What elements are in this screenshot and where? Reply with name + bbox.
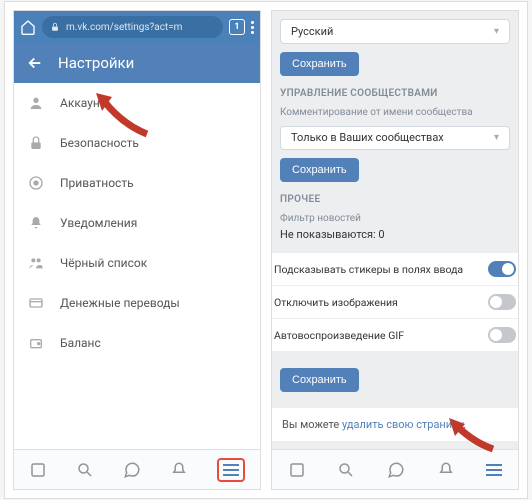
toggle-stickers-label: Подсказывать стикеры в полях ввода: [274, 263, 463, 276]
right-phone-screen: Русский ▾ Сохранить УПРАВЛЕНИЕ СООБЩЕСТВ…: [271, 10, 519, 490]
section-other-label: ПРОЧЕЕ: [280, 194, 510, 205]
communities-value: Только в Ваших сообществах: [291, 131, 444, 144]
chevron-down-icon: ▾: [494, 132, 499, 143]
lock-icon: [28, 135, 44, 151]
setting-label: Денежные переводы: [60, 296, 180, 310]
right-settings-content: Русский ▾ Сохранить УПРАВЛЕНИЕ СООБЩЕСТВ…: [272, 11, 518, 449]
toggle-images-label: Отключить изображения: [274, 296, 398, 309]
toggle-gif-label: Автовоспроизведение GIF: [274, 329, 404, 342]
save-button-communities[interactable]: Сохранить: [280, 158, 359, 182]
toggle-switch-off[interactable]: [488, 294, 516, 310]
nav-search-icon[interactable]: [337, 461, 355, 479]
delete-page-link[interactable]: удалить свою страницу.: [342, 418, 466, 431]
settings-list: Аккаунт Безопасность Приватность Уведомл…: [14, 83, 260, 449]
page-title: Настройки: [58, 54, 134, 72]
bottom-nav: [272, 449, 518, 489]
delete-prefix: Вы можете: [282, 418, 342, 431]
card-icon: [28, 295, 44, 311]
news-filter-label: Фильтр новостей: [280, 213, 510, 224]
home-icon[interactable]: [20, 19, 36, 35]
user-icon: [28, 95, 44, 111]
browser-menu-icon[interactable]: [251, 21, 254, 34]
nav-messages-icon[interactable]: [123, 461, 141, 479]
communities-select[interactable]: Только в Ваших сообществах ▾: [280, 126, 510, 151]
toggle-gif-row[interactable]: Автовоспроизведение GIF: [272, 319, 518, 352]
setting-label: Приватность: [60, 176, 134, 190]
setting-label: Безопасность: [60, 136, 139, 150]
news-filter-value[interactable]: Не показываются: 0: [280, 228, 510, 241]
setting-label: Уведомления: [60, 216, 137, 230]
bell-icon: [28, 215, 44, 231]
comment-as-community-label: Комментирование от имени сообщества: [280, 107, 510, 118]
setting-item-security[interactable]: Безопасность: [14, 123, 260, 163]
toggle-switch-on[interactable]: [488, 261, 516, 277]
save-button-other[interactable]: Сохранить: [280, 368, 359, 392]
language-select[interactable]: Русский ▾: [280, 19, 510, 44]
language-value: Русский: [291, 25, 333, 38]
hamburger-icon: [486, 464, 502, 476]
section-communities-label: УПРАВЛЕНИЕ СООБЩЕСТВАМИ: [280, 88, 510, 99]
setting-item-account[interactable]: Аккаунт: [14, 83, 260, 123]
setting-item-privacy[interactable]: Приватность: [14, 163, 260, 203]
delete-page-row: Вы можете удалить свою страницу.: [272, 408, 518, 441]
tab-count-button[interactable]: 1: [229, 19, 245, 35]
nav-menu-icon[interactable]: [486, 464, 502, 476]
setting-label: Аккаунт: [60, 96, 106, 110]
back-arrow-icon[interactable]: [26, 54, 44, 72]
setting-item-blacklist[interactable]: Чёрный список: [14, 243, 260, 283]
nav-search-icon[interactable]: [76, 461, 94, 479]
toggle-images-row[interactable]: Отключить изображения: [272, 286, 518, 319]
setting-label: Чёрный список: [60, 256, 147, 270]
nav-menu-icon[interactable]: [217, 458, 245, 482]
url-bar[interactable]: m.vk.com/settings?act=m: [42, 16, 223, 38]
bottom-nav: [14, 449, 260, 489]
balance-icon: [28, 335, 44, 351]
chevron-down-icon: ▾: [494, 26, 499, 37]
setting-item-notifications[interactable]: Уведомления: [14, 203, 260, 243]
lock-icon: [50, 22, 60, 32]
page-header: Настройки: [14, 43, 260, 83]
nav-messages-icon[interactable]: [387, 461, 405, 479]
toggle-stickers-row[interactable]: Подсказывать стикеры в полях ввода: [272, 253, 518, 286]
browser-bar: m.vk.com/settings?act=m 1: [14, 11, 260, 43]
blacklist-icon: [28, 255, 44, 271]
left-phone-screen: m.vk.com/settings?act=m 1 Настройки Акка…: [13, 10, 261, 490]
setting-label: Баланс: [60, 336, 101, 350]
save-button-language[interactable]: Сохранить: [280, 52, 359, 76]
hamburger-icon: [223, 464, 239, 476]
nav-newsfeed-icon[interactable]: [288, 461, 306, 479]
toggle-switch-off[interactable]: [488, 327, 516, 343]
setting-item-transfers[interactable]: Денежные переводы: [14, 283, 260, 323]
nav-newsfeed-icon[interactable]: [29, 461, 47, 479]
nav-notifications-icon[interactable]: [170, 461, 188, 479]
nav-notifications-icon[interactable]: [437, 461, 455, 479]
url-text: m.vk.com/settings?act=m: [66, 22, 182, 33]
setting-item-balance[interactable]: Баланс: [14, 323, 260, 363]
privacy-icon: [28, 175, 44, 191]
